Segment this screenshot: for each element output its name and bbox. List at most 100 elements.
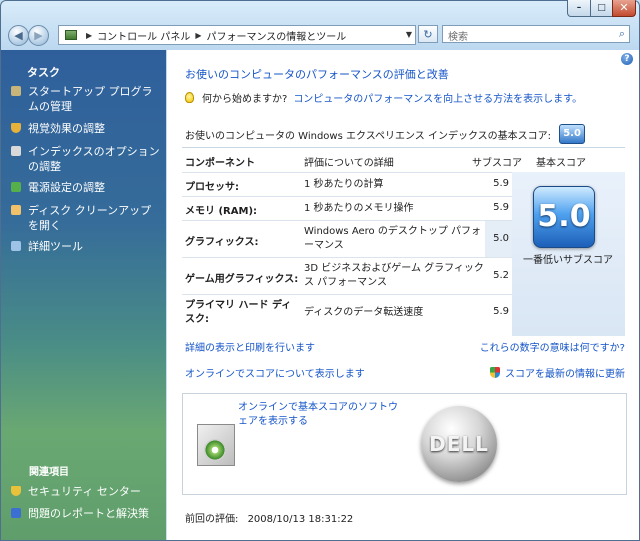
component-label: メモリ (RAM):	[185, 206, 258, 217]
component-details: Windows Aero のデスクトップ パフォーマンス	[304, 226, 482, 251]
control-panel-icon	[65, 30, 77, 40]
related-heading: 関連項目	[29, 467, 69, 478]
search-placeholder: 検索	[448, 32, 468, 43]
hint-row: 何から始めますか? コンピュータのパフォーマンスを向上させる方法を表示します。	[185, 90, 582, 105]
back-button[interactable]: ◀	[8, 25, 29, 46]
problem-reports-icon	[11, 508, 21, 518]
tasks-heading: タスク	[27, 66, 60, 79]
dell-logo: DELL	[421, 406, 497, 482]
breadcrumb-performance[interactable]: パフォーマンスの情報とツール	[207, 28, 347, 43]
close-icon: ✕	[619, 1, 629, 14]
hint-prefix: 何から始めますか?	[202, 94, 288, 105]
sidebar-item-visual-effects[interactable]: 視覚効果の調整	[11, 121, 161, 136]
main-content: ? お使いのコンピュータのパフォーマンスの評価と改善 何から始めますか? コンピ…	[167, 50, 639, 540]
sidebar-item-label: セキュリティ センター	[28, 485, 141, 498]
task-pane: タスク スタートアップ プログラムの管理 視覚効果の調整 インデックスのオプショ…	[1, 50, 166, 540]
sidebar-item-disk-cleanup[interactable]: ディスク クリーンアップを開く	[11, 203, 161, 233]
last-rated-value: 2008/10/13 18:31:22	[247, 514, 354, 525]
view-scores-online-link[interactable]: オンラインでスコアについて表示します	[185, 365, 365, 380]
sidebar-item-label: 視覚効果の調整	[28, 122, 105, 135]
component-label: グラフィックス:	[185, 237, 259, 248]
sidebar-item-security-center[interactable]: セキュリティ センター	[11, 484, 161, 499]
power-icon	[11, 182, 21, 192]
page-title-link[interactable]: お使いのコンピュータのパフォーマンスの評価と改善	[185, 66, 449, 82]
address-bar[interactable]: ▶ コントロール パネル ▶ パフォーマンスの情報とツール ▼	[58, 25, 416, 45]
subscore-cell: 5.2	[485, 258, 513, 295]
software-promo-box: オンラインで基本スコアのソフトウェアを表示する DELL	[182, 393, 627, 495]
minimize-button[interactable]: –	[567, 0, 591, 17]
score-table: コンポーネント 評価についての詳細 サブスコア 基本スコア プロセッサ: 1 秒…	[182, 147, 625, 336]
breadcrumb-control-panel[interactable]: コントロール パネル	[97, 28, 190, 43]
subscore-cell: 5.9	[485, 197, 513, 221]
header-details: 評価についての詳細	[304, 158, 394, 169]
table-row: プライマリ ハード ディスク: ディスクのデータ転送速度 5.9	[182, 294, 512, 337]
view-software-online-link[interactable]: オンラインで基本スコアのソフトウェアを表示する	[238, 401, 403, 429]
breadcrumb-separator-icon: ▶	[86, 30, 93, 40]
subscore-value: 5.2	[493, 270, 509, 281]
sidebar-item-label: 詳細ツール	[28, 240, 83, 253]
sidebar-item-advanced-tools[interactable]: 詳細ツール	[11, 239, 161, 254]
lowest-subscore-caption: 一番低いサブスコア	[523, 255, 613, 266]
sidebar-item-label: インデックスのオプションの調整	[28, 145, 160, 173]
minimize-icon: –	[576, 3, 582, 13]
base-score-badge: 5.0	[559, 124, 586, 144]
sidebar-item-label: 電源設定の調整	[28, 181, 105, 194]
base-score-label: お使いのコンピュータの Windows エクスペリエンス インデックスの基本スコ…	[185, 130, 552, 142]
subscore-value: 5.9	[493, 306, 509, 317]
forward-arrow-icon: ▶	[34, 29, 43, 42]
security-center-icon	[11, 486, 21, 496]
close-button[interactable]: ✕	[612, 0, 636, 17]
uac-shield-icon	[490, 367, 500, 378]
refresh-button[interactable]: ↻	[418, 25, 438, 43]
sidebar-item-problem-reports[interactable]: 問題のレポートと解決策	[11, 506, 161, 521]
search-input[interactable]: 検索 ⌕	[442, 25, 630, 43]
sidebar-item-label: スタートアップ プログラムの管理	[28, 85, 153, 113]
sidebar-item-startup[interactable]: スタートアップ プログラムの管理	[11, 84, 161, 114]
sidebar-item-label: ディスク クリーンアップを開く	[28, 204, 152, 232]
tools-icon	[11, 241, 21, 251]
component-label: プライマリ ハード ディスク:	[185, 300, 292, 325]
what-do-numbers-mean-link[interactable]: これらの数字の意味は何ですか?	[480, 339, 625, 354]
address-dropdown-icon[interactable]: ▼	[406, 26, 412, 44]
update-score-row[interactable]: スコアを最新の情報に更新	[490, 365, 625, 380]
header-basescore: 基本スコア	[536, 158, 586, 169]
maximize-button[interactable]: □	[590, 0, 613, 17]
navigation-bar: ◀ ▶ ▶ コントロール パネル ▶ パフォーマンスの情報とツール ▼ ↻ 検索…	[0, 22, 640, 48]
component-details: ディスクのデータ転送速度	[304, 307, 424, 318]
disk-cleanup-icon	[11, 205, 21, 215]
sidebar-item-power[interactable]: 電源設定の調整	[11, 180, 161, 195]
subscore-cell: 5.0	[485, 221, 513, 258]
search-icon[interactable]: ⌕	[619, 27, 625, 41]
dell-logo-text: DELL	[429, 432, 489, 456]
help-icon: ?	[624, 54, 630, 64]
component-label: プロセッサ:	[185, 182, 239, 193]
startup-icon	[11, 86, 21, 96]
lightbulb-icon	[185, 92, 194, 103]
component-details: 1 秒あたりの計算	[304, 179, 384, 190]
base-score-panel: 5.0 一番低いサブスコア	[512, 172, 625, 336]
table-row: グラフィックス: Windows Aero のデスクトップ パフォーマンス 5.…	[182, 220, 513, 258]
title-bar: – □ ✕	[0, 0, 640, 22]
table-row: ゲーム用グラフィックス: 3D ビジネスおよびゲーム グラフィックス パフォーマ…	[182, 257, 512, 295]
help-button[interactable]: ?	[621, 53, 633, 65]
update-score-link[interactable]: スコアを最新の情報に更新	[505, 365, 625, 380]
forward-button[interactable]: ▶	[28, 25, 49, 46]
component-details: 3D ビジネスおよびゲーム グラフィックス パフォーマンス	[304, 263, 484, 288]
shield-icon	[11, 123, 21, 133]
software-box-icon	[197, 424, 235, 466]
sidebar-item-indexing[interactable]: インデックスのオプションの調整	[11, 144, 161, 174]
sidebar-item-label: 問題のレポートと解決策	[28, 507, 149, 520]
view-print-details-link[interactable]: 詳細の表示と印刷を行います	[185, 339, 315, 354]
base-score-big-badge: 5.0	[533, 186, 595, 248]
maximize-icon: □	[597, 3, 606, 13]
last-rated-label: 前回の評価:	[185, 514, 239, 525]
breadcrumb-separator-icon: ▶	[195, 30, 202, 40]
subscore-value: 5.9	[493, 202, 509, 213]
subscore-cell: 5.9	[485, 173, 513, 197]
subscore-value: 5.9	[493, 178, 509, 189]
improve-performance-link[interactable]: コンピュータのパフォーマンスを向上させる方法を表示します。	[293, 90, 582, 105]
back-arrow-icon: ◀	[14, 29, 23, 42]
index-icon	[11, 146, 21, 156]
base-score-row: お使いのコンピュータの Windows エクスペリエンス インデックスの基本スコ…	[185, 124, 586, 144]
header-component: コンポーネント	[185, 158, 255, 169]
